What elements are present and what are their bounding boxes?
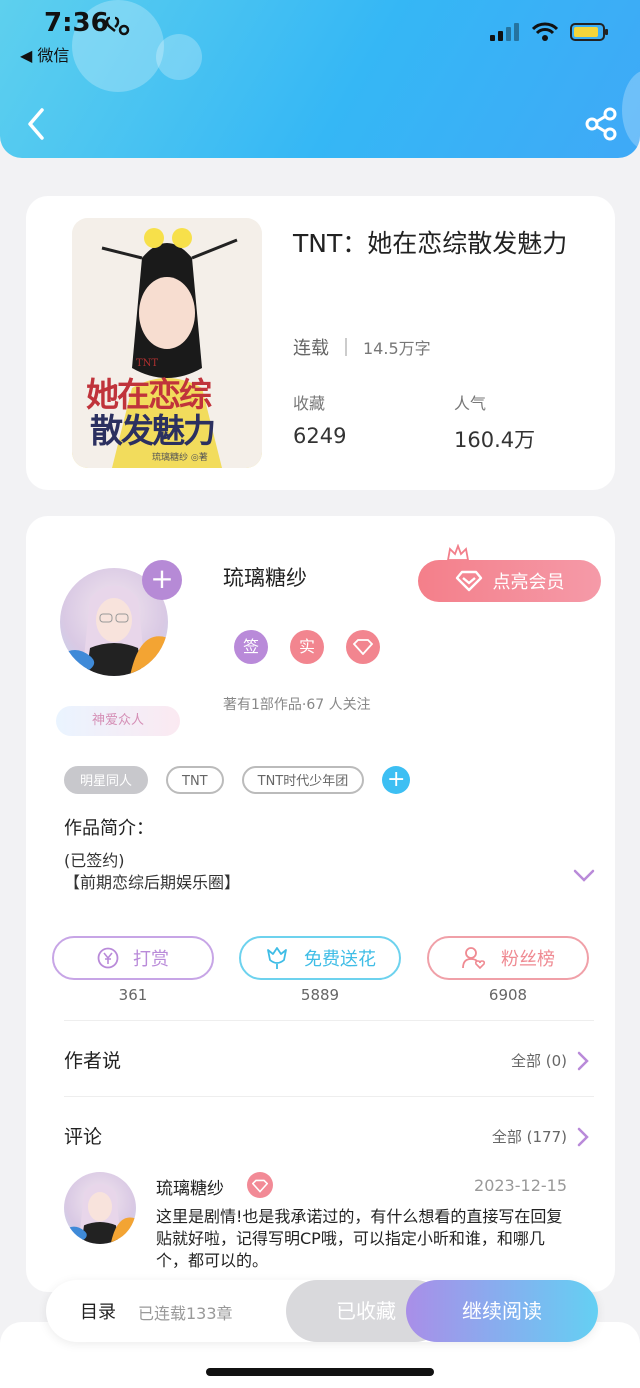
verified-badge: 实 [290,630,324,664]
diamond-icon [352,639,374,656]
intro-line: 【前期恋综后期娱乐圈】 [64,873,241,892]
reward-label: 打赏 [133,949,169,970]
author-works-info: 著有1部作品·67 人关注 [223,697,371,713]
comments-title: 评论 [64,1126,103,1148]
book-info-card: TNT 她在恋综 散发魅力 琉璃糖纱 ◎著 TNT：她在恋综散发魅力 连载 14… [26,196,615,490]
yuan-coin-icon [97,947,119,969]
author-badges: 签 实 [234,630,380,664]
send-flower-label: 免费送花 [304,949,376,970]
tag-item[interactable]: TNT时代少年团 [241,766,365,794]
vip-button-label: 点亮会员 [492,572,565,593]
comments-all-link[interactable]: 全部 (177) [492,1126,589,1147]
book-cover[interactable]: TNT 她在恋综 散发魅力 琉璃糖纱 ◎著 [72,218,262,468]
signal-icon [490,23,519,41]
status-right [490,22,610,42]
signed-badge: 签 [234,630,268,664]
wifi-icon [532,22,558,41]
author-says-all-label: 全部 (0) [510,1052,567,1070]
bottom-action-bar: 目录 已连载133章 已收藏 继续阅读 [46,1280,598,1342]
comments-all-label: 全部 (177) [491,1128,567,1146]
divider [345,338,347,356]
status-time: 7:36 [44,8,109,38]
serial-info: 已连载133章 [138,1304,233,1323]
stat-value: 160.4万 [454,428,536,452]
divider [64,1020,594,1021]
battery-icon [570,23,608,41]
diamond-icon [251,1179,269,1193]
intro-label: 作品简介： [64,818,154,839]
avatar-illustration [64,1183,136,1244]
diamond-icon [455,570,482,592]
home-indicator [206,1368,434,1376]
header: 7:36 ◀ 微信 [0,0,640,158]
chevron-right-icon [577,1127,589,1146]
cover-author-small: 琉璃糖纱 ◎著 [152,453,208,463]
comment-text[interactable]: 这里是剧情!也是我承诺过的，有什么想看的直接写在回复贴就好啦，记得写明CP哦，可… [156,1206,576,1272]
vip-button[interactable]: 点亮会员 [418,560,601,602]
fan-ranking-label: 粉丝榜 [501,949,555,970]
tag-list: 明星同人 TNT TNT时代少年团 + [64,766,411,794]
fan-ranking-button[interactable]: 粉丝榜 [427,936,589,980]
vip-badge [346,630,380,664]
intro-text: (已签约) 【前期恋综后期娱乐圈】 [64,850,240,894]
stat-favorites: 收藏 6249 [293,390,346,448]
share-icon[interactable] [584,106,618,142]
author-title-tag: 神爱众人 [56,706,180,736]
book-status-row: 连载 14.5万字 [293,334,431,360]
health-icon [105,16,130,36]
divider [64,1096,594,1097]
add-tag-button[interactable]: + [382,766,411,794]
tag-item[interactable]: 明星同人 [64,766,149,794]
send-flower-button[interactable]: 免费送花 [239,936,401,980]
fan-count: 6908 [488,986,528,1004]
word-count: 14.5万字 [363,339,431,358]
author-says-all-link[interactable]: 全部 (0) [511,1050,589,1071]
comment-user-name[interactable]: 琉璃糖纱 [156,1174,224,1199]
tag-item[interactable]: TNT [166,766,224,794]
cover-title-line2: 散发魅力 [90,411,216,450]
follow-plus-button[interactable]: + [142,560,182,600]
comment-avatar[interactable] [64,1172,136,1244]
decor-bubble [622,70,640,150]
stat-label: 人气 [454,394,487,413]
flower-icon [267,947,287,969]
reward-button[interactable]: 打赏 [52,936,214,980]
status-back-app[interactable]: ◀ 微信 [20,42,69,66]
serial-status: 连载 [293,338,329,359]
book-title: TNT：她在恋综散发魅力 [293,229,568,258]
user-heart-icon [462,947,486,970]
author-card: + 神爱众人 琉璃糖纱 点亮会员 签 实 著有1部作品·67 人关注 明星同人 … [26,516,615,1292]
intro-line: (已签约) [64,851,125,870]
continue-reading-button[interactable]: 继续阅读 [406,1280,598,1342]
back-arrow-icon[interactable] [22,106,50,142]
toc-button[interactable]: 目录 [80,1298,116,1324]
author-name[interactable]: 琉璃糖纱 [223,562,307,592]
stat-label: 收藏 [293,394,326,413]
chevron-right-icon [577,1051,589,1070]
comment-date: 2023-12-15 [474,1176,567,1195]
stat-value: 6249 [293,424,347,448]
chevron-down-icon[interactable] [572,868,596,884]
flower-count: 5889 [300,986,340,1004]
author-says-title: 作者说 [64,1050,122,1072]
decor-bubble [156,34,202,80]
stat-popularity: 人气 160.4万 [454,390,535,454]
reward-count: 361 [118,986,148,1004]
vip-badge [247,1172,273,1198]
